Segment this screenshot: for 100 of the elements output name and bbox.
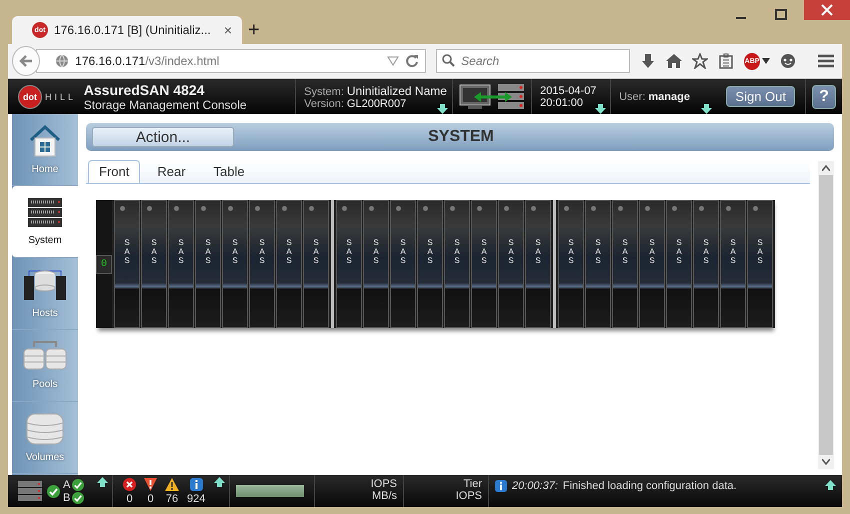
drive-slot[interactable]: SAS (471, 200, 498, 328)
check-icon (72, 478, 84, 490)
drive-slot[interactable]: SAS (612, 200, 638, 328)
critical-icon[interactable] (123, 478, 136, 490)
drive-type-label: SAS (123, 239, 131, 266)
drive-type-label: SAS (453, 239, 461, 266)
scroll-down-icon[interactable] (822, 459, 830, 465)
sign-out-button[interactable]: Sign Out (726, 86, 795, 107)
maximize-icon[interactable] (774, 8, 788, 22)
drive-slot[interactable]: SAS (195, 200, 222, 328)
check-icon (72, 492, 84, 504)
drive-slot[interactable]: SAS (693, 200, 720, 328)
view-tab[interactable]: Table (202, 160, 256, 183)
drive-type-label: SAS (177, 239, 185, 266)
scroll-up-icon[interactable] (822, 165, 830, 171)
globe-icon (55, 54, 70, 68)
drive-slot[interactable]: SAS (168, 200, 194, 328)
drive-slot[interactable]: SAS (444, 200, 470, 328)
view-tab[interactable]: Front (88, 160, 140, 183)
drive-slot[interactable]: SAS (390, 200, 416, 328)
performance-label: MB/s (372, 491, 397, 503)
drive-slot[interactable]: SAS (114, 200, 140, 328)
close-tab-button[interactable]: × (224, 22, 232, 38)
alert-count: 0 (126, 492, 133, 504)
drive-slot[interactable]: SAS (336, 200, 362, 328)
drive-type-label: SAS (399, 239, 407, 266)
drive-slot[interactable]: SAS (303, 200, 330, 328)
sidebar-label: Home (32, 164, 58, 175)
drive-type-label: SAS (150, 239, 158, 266)
enclosure-id: 0 (96, 254, 112, 274)
drive-type-label: SAS (231, 239, 239, 266)
up-arrow-icon[interactable] (97, 477, 108, 487)
warning-icon[interactable] (165, 478, 179, 490)
clipboard-icon[interactable] (718, 53, 734, 69)
caret-icon[interactable] (762, 58, 770, 64)
enclosure-drawing[interactable]: 0 SAS SAS SAS SAS SAS SAS SAS SAS SAS SAS SAS SAS SAS SAS SAS SAS SAS SAS SAS SAS SAS SAS SAS SAS (96, 200, 772, 328)
drive-slot[interactable]: SAS (222, 200, 248, 328)
up-arrow-icon[interactable] (825, 480, 836, 490)
controller-icon[interactable] (18, 480, 44, 502)
reload-icon[interactable] (405, 54, 420, 68)
drive-type-label: SAS (621, 239, 629, 266)
drive-slot[interactable]: SAS (720, 200, 746, 328)
chat-icon[interactable] (780, 53, 796, 69)
down-arrow-icon[interactable] (595, 104, 606, 114)
alert-count: 0 (147, 492, 154, 504)
close-window-button[interactable] (804, 0, 850, 20)
dropdown-icon[interactable] (387, 56, 400, 66)
date-value: 2015-04-07 (540, 84, 598, 96)
action-button[interactable]: Action... (92, 127, 234, 147)
controller-label: A (63, 478, 70, 490)
info-icon[interactable] (190, 478, 203, 490)
drive-slot[interactable]: SAS (747, 200, 774, 328)
sidebar-item[interactable]: System (12, 186, 78, 258)
scrollbar[interactable] (818, 161, 834, 469)
back-arrow-icon (18, 53, 34, 69)
address-field[interactable]: 176.16.0.171/v3/index.html (36, 49, 426, 73)
drive-type-label: SAS (312, 239, 320, 266)
connection-drawing[interactable] (458, 82, 526, 112)
user-label: User: (619, 90, 646, 102)
tab-title: 176.16.0.171 [B] (Uninitializ... (54, 23, 212, 37)
down-arrow-icon[interactable] (701, 104, 712, 114)
database-icon (25, 412, 65, 446)
new-tab-button[interactable]: + (248, 18, 260, 42)
drive-slot[interactable]: SAS (276, 200, 302, 328)
drive-slot[interactable]: SAS (666, 200, 692, 328)
server-icon (27, 197, 63, 229)
drive-type-label: SAS (372, 239, 380, 266)
up-arrow-icon[interactable] (214, 477, 225, 487)
download-icon[interactable] (640, 53, 656, 69)
alert-count: 924 (187, 492, 206, 504)
hosts-icon (22, 268, 68, 302)
menu-icon[interactable] (818, 54, 834, 68)
drive-slot[interactable]: SAS (417, 200, 444, 328)
star-icon[interactable] (692, 53, 708, 69)
home-icon[interactable] (666, 53, 682, 69)
product-subtitle: Storage Management Console (84, 98, 248, 112)
back-button[interactable] (12, 46, 40, 76)
version-value: GL200R007 (346, 98, 406, 110)
sidebar-label: System (28, 235, 62, 246)
drive-type-label: SAS (567, 239, 575, 266)
down-arrow-icon[interactable] (437, 104, 448, 114)
user-panel[interactable]: User: manage (610, 79, 716, 114)
status-message: Finished loading configuration data. (562, 480, 737, 492)
drive-slot[interactable]: SAS (525, 200, 552, 328)
drive-slot[interactable]: SAS (639, 200, 666, 328)
drive-slot[interactable]: SAS (585, 200, 612, 328)
drive-slot[interactable]: SAS (141, 200, 168, 328)
error-icon[interactable] (144, 478, 157, 490)
date-time-panel[interactable]: 2015-04-07 20:01:00 (531, 79, 610, 114)
help-button[interactable]: ? (812, 84, 836, 108)
view-tab[interactable]: Rear (146, 160, 197, 183)
drive-slot[interactable]: SAS (363, 200, 390, 328)
search-field[interactable]: Search (436, 49, 630, 73)
activity-bar (236, 485, 304, 497)
drive-slot[interactable]: SAS (249, 200, 276, 328)
system-info-panel[interactable]: System: Uninitialized Name Version: GL200R007 (295, 79, 452, 114)
info-icon (495, 480, 507, 492)
drive-slot[interactable]: SAS (498, 200, 524, 328)
drive-slot[interactable]: SAS (558, 200, 584, 328)
drive-type-label: SAS (756, 239, 764, 266)
